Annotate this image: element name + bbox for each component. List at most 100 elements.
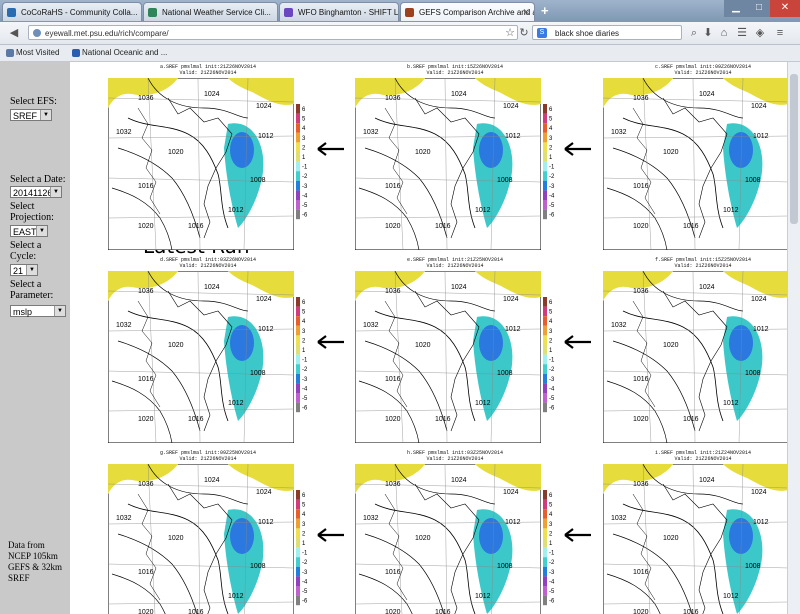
colorbar-tick-label: 2 — [302, 338, 306, 344]
colorbar-swatch — [296, 104, 300, 114]
address-bar[interactable]: eyewall.met.psu.edu/rich/compare/ — [28, 25, 518, 40]
colorbar-tick-label: -5 — [549, 589, 555, 595]
colorbar-tick-label: 3 — [549, 136, 553, 142]
date-select[interactable]: 20141126 ▼ — [10, 186, 62, 198]
colorbar-tick-label: -1 — [302, 358, 308, 364]
panel-valid-text: Valid: 21Z26NOV2014 — [426, 70, 484, 76]
isobar-label: 1016 — [683, 416, 699, 423]
colorbar-tick-label: -5 — [302, 203, 308, 209]
close-window-icon[interactable]: ✕ — [770, 0, 800, 17]
colorbar-swatch — [543, 393, 547, 403]
isobar-label: 1024 — [451, 284, 467, 291]
isobar-label: 1008 — [745, 563, 761, 570]
isobar-label: 1024 — [204, 477, 220, 484]
colorbar-tick-label: -4 — [549, 386, 555, 392]
colorbar-tick-label: -5 — [302, 396, 308, 402]
colorbar-swatch — [296, 123, 300, 133]
colorbar-tick-label: 4 — [302, 126, 306, 132]
isobar-label: 1024 — [751, 296, 767, 303]
panel-title: i.SREF pmslmal init:21Z24NOV2014 Valid: 2… — [603, 450, 787, 462]
isobar-label: 1020 — [663, 342, 679, 349]
colorbar-swatch — [296, 200, 300, 210]
download-icon[interactable]: ⬇ — [700, 25, 716, 41]
colorbar-tick-label: -3 — [549, 570, 555, 576]
panel-valid-text: Valid: 21Z26NOV2014 — [674, 70, 732, 76]
colorbar-swatch — [296, 113, 300, 124]
colorbar-tick-label: -4 — [549, 579, 555, 585]
isobar-label: 1020 — [663, 149, 679, 156]
colorbar-swatch — [296, 518, 300, 529]
colorbar-tick-label: -3 — [549, 377, 555, 383]
panel-title: a.SREF pmslmal init:21Z26NOV2014 Valid: 2… — [108, 64, 308, 76]
left-arrow-icon — [317, 528, 344, 542]
tab-cocorahs[interactable]: CoCoRaHS - Community Colla... — [2, 2, 142, 21]
pressure-map: 1036 1024 1024 1032 1020 1016 1008 1012 1012 1020… — [355, 78, 541, 250]
colorbar-swatch — [543, 200, 547, 210]
isobar-label: 1020 — [415, 342, 431, 349]
isobar-label: 1012 — [258, 519, 274, 526]
isobar-label: 1032 — [363, 515, 379, 522]
efs-select[interactable]: SREF ▼ — [10, 109, 52, 121]
menu-icon[interactable]: ≡ — [772, 25, 788, 41]
isobar-label: 1016 — [188, 416, 204, 423]
isobar-label: 1008 — [497, 177, 513, 184]
colorbar-tick-label: -1 — [549, 358, 555, 364]
isobar-label: 1032 — [116, 322, 132, 329]
bookmark-noaa[interactable]: National Oceanic and ... — [70, 45, 167, 61]
isobar-label: 1012 — [723, 400, 739, 407]
projection-select[interactable]: EAST ▼ — [10, 225, 48, 237]
addons-icon[interactable]: ◈ — [752, 25, 768, 41]
cycle-select[interactable]: 21 ▼ — [10, 264, 38, 276]
parameter-select[interactable]: mslp ▼ — [10, 305, 66, 317]
colorbar-legend: 6 5 4 3 2 1 -1 -2 -3 -4 -5 -6 — [296, 490, 308, 606]
chevron-down-icon: ▼ — [50, 187, 61, 197]
colorbar-swatch — [543, 104, 547, 114]
forecast-panel: f.SREF pmslmal init:15Z25NOV2014 Valid: 2… — [603, 257, 787, 447]
isobar-label: 1020 — [663, 535, 679, 542]
isobar-label: 1036 — [385, 95, 401, 102]
tab-nws[interactable]: National Weather Service Cli... — [143, 2, 278, 21]
colorbar-tick-label: 5 — [302, 117, 306, 123]
close-tab-icon[interactable]: ✕ — [522, 3, 530, 21]
tab-label: National Weather Service Cli... — [162, 8, 271, 17]
scrollbar-thumb[interactable] — [790, 74, 798, 224]
bookmark-most-visited[interactable]: Most Visited — [4, 45, 59, 61]
tab-wfo-binghamton[interactable]: WFO Binghamton - SHIFT LOG — [279, 2, 399, 21]
search-input[interactable]: S black shoe diaries — [532, 25, 682, 40]
date-value: 20141126 — [13, 188, 53, 198]
cycle-label: Select a Cycle: — [10, 240, 42, 262]
panel-valid-text: Valid: 21Z26NOV2014 — [179, 70, 237, 76]
back-arrow-icon[interactable]: ◀ — [6, 25, 22, 41]
colorbar-tick-label: -3 — [302, 570, 308, 576]
isobar-label: 1032 — [363, 322, 379, 329]
isobar-label: 1020 — [138, 609, 154, 614]
colorbar-swatch — [543, 325, 547, 336]
page-scrollbar[interactable] — [787, 62, 800, 614]
new-tab-button[interactable]: + — [541, 3, 549, 18]
colorbar-legend: 6 5 4 3 2 1 -1 -2 -3 -4 -5 -6 — [543, 490, 555, 606]
isobar-label: 1024 — [204, 284, 220, 291]
tab-gefs-comparison[interactable]: GEFS Comparison Archive and acti... ✕ — [400, 2, 535, 21]
colorbar-swatch — [296, 152, 300, 162]
reload-icon[interactable]: ↻ — [516, 25, 532, 41]
isobar-label: 1032 — [611, 322, 627, 329]
forecast-panel: g.SREF pmslmal init:09Z25NOV2014 Valid: 2… — [108, 450, 308, 614]
bookmarks-list-icon[interactable]: ☰ — [734, 25, 750, 41]
isobar-label: 1012 — [753, 133, 769, 140]
colorbar-tick-label: 3 — [302, 522, 306, 528]
isobar-label: 1024 — [699, 284, 715, 291]
minimize-icon[interactable]: ▁ — [724, 0, 748, 17]
isobar-label: 1024 — [256, 103, 272, 110]
isobar-label: 1024 — [503, 296, 519, 303]
colorbar-legend: 6 5 4 3 2 1 -1 -2 -3 -4 -5 -6 — [296, 104, 308, 220]
home-icon[interactable]: ⌂ — [716, 25, 732, 41]
maximize-icon[interactable]: □ — [748, 0, 770, 17]
url-text: eyewall.met.psu.edu/rich/compare/ — [45, 29, 169, 38]
isobar-label: 1012 — [258, 133, 274, 140]
colorbar-swatch — [296, 180, 300, 191]
search-engine-icon: S — [537, 28, 547, 38]
isobar-label: 1016 — [385, 376, 401, 383]
forecast-panel: i.SREF pmslmal init:21Z24NOV2014 Valid: 2… — [603, 450, 787, 614]
colorbar-swatch — [543, 171, 547, 181]
isobar-label: 1032 — [116, 515, 132, 522]
